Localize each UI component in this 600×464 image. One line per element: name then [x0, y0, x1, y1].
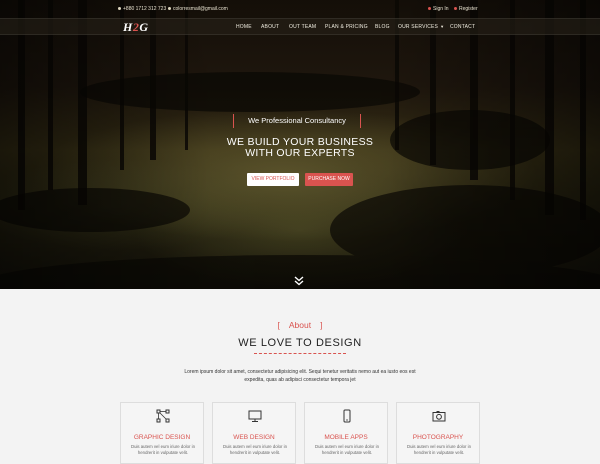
service-card-photography[interactable]: PHOTOGRAPHY Duis autem vel eum iriure do… — [396, 402, 480, 464]
nav-contact[interactable]: CONTACT — [450, 24, 475, 30]
nav-about[interactable]: ABOUT — [261, 24, 279, 30]
monitor-icon — [248, 410, 262, 422]
service-card-mobile-apps[interactable]: MOBILE APPS Duis autem vel eum iriure do… — [304, 402, 388, 464]
graphic-design-icon — [156, 409, 170, 423]
card-text: Duis autem vel eum iriure dolor in hendr… — [314, 444, 379, 455]
camera-icon — [432, 411, 446, 422]
top-bar: +880 1712 312 723 colorresmail@gmail.com… — [0, 0, 600, 17]
hero-headline-line2: WITH OUR EXPERTS — [245, 147, 355, 159]
card-title: PHOTOGRAPHY — [412, 434, 464, 441]
nav-services-label: OUR SERVICES — [398, 24, 439, 30]
purchase-now-button[interactable]: PURCHASE NOW — [305, 173, 353, 186]
card-title: WEB DESIGN — [233, 434, 275, 441]
service-card-web-design[interactable]: WEB DESIGN Duis autem vel eum iriure dol… — [212, 402, 296, 464]
lock-icon — [428, 7, 431, 11]
title-divider — [254, 353, 346, 354]
email-contact[interactable]: colorresmail@gmail.com — [168, 6, 228, 12]
signin-link[interactable]: Sign In — [428, 6, 449, 12]
nav-services[interactable]: OUR SERVICES ▼ — [398, 24, 444, 30]
bracket-close: ] — [320, 320, 323, 330]
about-label-text: About — [288, 320, 312, 330]
service-card-graphic-design[interactable]: GRAPHIC DESIGN Duis autem vel eum iriure… — [120, 402, 204, 464]
hero-section: +880 1712 312 723 colorresmail@gmail.com… — [0, 0, 600, 289]
hero-headline: WE BUILD YOUR BUSINESS WITH OUR EXPERTS — [200, 137, 400, 159]
nav-plan-pricing[interactable]: PLAN & PRICING — [325, 24, 368, 30]
about-description: Lorem ipsum dolor sit amet, consectetur … — [165, 368, 435, 384]
about-label: [ About] — [0, 320, 600, 330]
mobile-icon — [343, 409, 351, 423]
view-portfolio-button[interactable]: VIEW PORTFOLIO — [247, 173, 299, 186]
phone-contact[interactable]: +880 1712 312 723 — [118, 6, 166, 12]
mail-icon — [168, 7, 171, 11]
about-title: WE LOVE TO DESIGN — [238, 337, 362, 349]
about-desc-line2: expedita, quas ab adipisci consectetur t… — [244, 377, 356, 383]
phone-icon — [118, 7, 121, 11]
email-text: colorresmail@gmail.com — [173, 6, 228, 12]
card-text: Duis autem vel eum iriure dolor in hendr… — [130, 444, 195, 455]
card-text: Duis autem vel eum iriure dolor in hendr… — [222, 444, 287, 455]
hero-tagline: We Professional Consultancy — [233, 114, 361, 128]
register-label: Register — [459, 6, 478, 12]
user-icon — [454, 7, 457, 11]
logo-part-3: G — [139, 20, 149, 34]
nav-team[interactable]: OUT TEAM — [289, 24, 316, 30]
phone-text: +880 1712 312 723 — [123, 6, 167, 12]
logo-part-1: H — [123, 20, 133, 34]
signin-label: Sign In — [433, 6, 449, 12]
scroll-down-icon[interactable] — [293, 276, 305, 286]
about-desc-line1: Lorem ipsum dolor sit amet, consectetur … — [184, 369, 416, 375]
chevron-down-icon: ▼ — [440, 24, 445, 29]
card-title: GRAPHIC DESIGN — [133, 434, 191, 441]
register-link[interactable]: Register — [454, 6, 478, 12]
bracket-open: [ — [277, 320, 280, 330]
card-text: Duis autem vel eum iriure dolor in hendr… — [406, 444, 471, 455]
nav-blog[interactable]: BLOG — [375, 24, 390, 30]
nav-home[interactable]: HOME — [236, 24, 252, 30]
main-navbar: H2G HOME ABOUT OUT TEAM PLAN & PRICING B… — [0, 18, 600, 35]
card-title: MOBILE APPS — [324, 434, 368, 441]
site-logo[interactable]: H2G — [123, 20, 149, 35]
